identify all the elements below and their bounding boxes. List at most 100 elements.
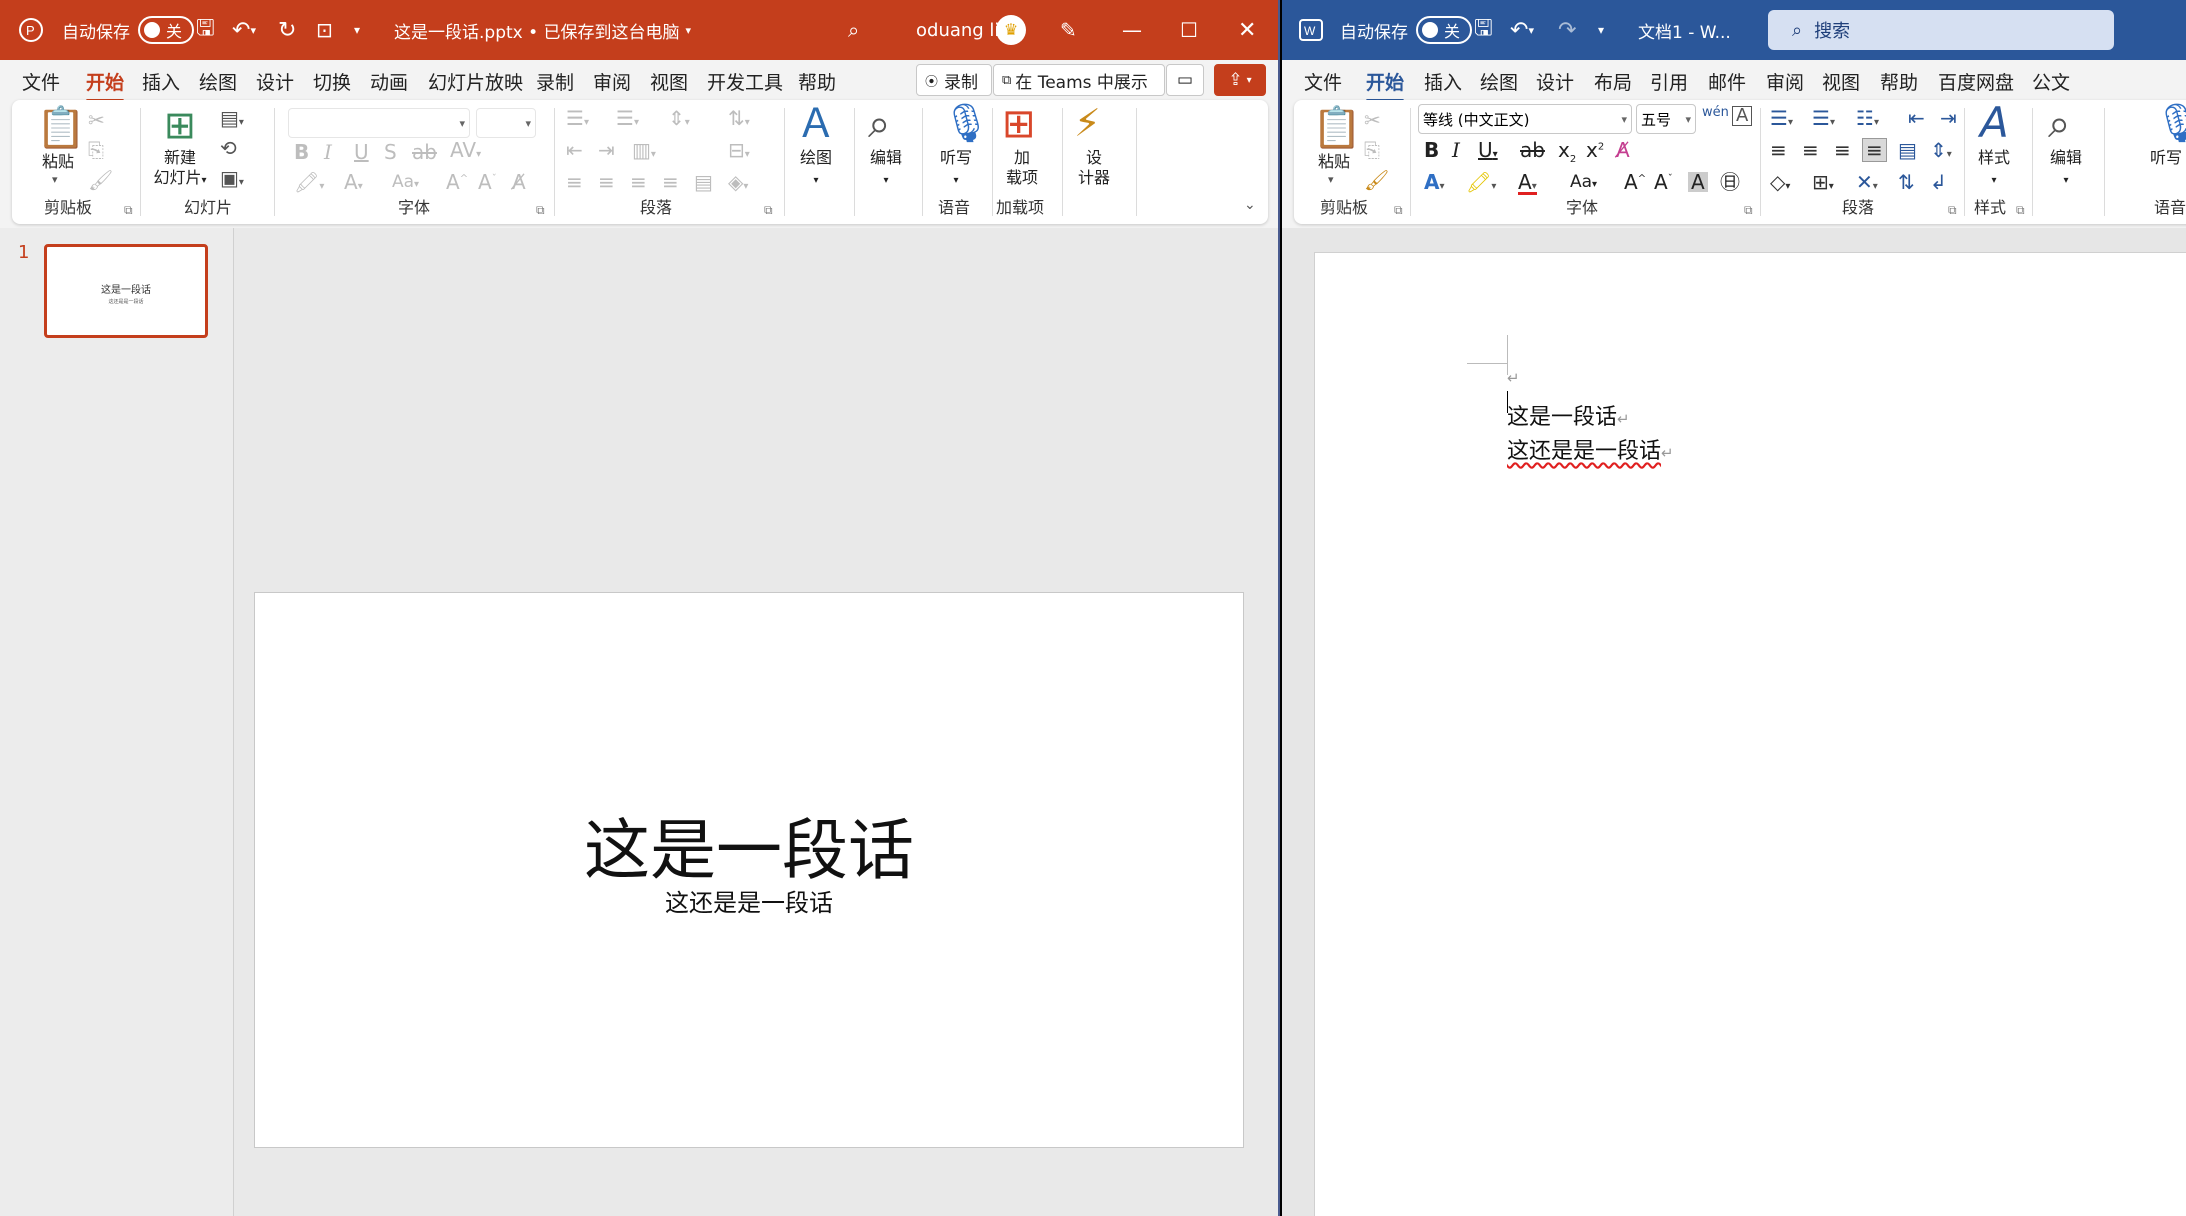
comments-icon[interactable]: ▭ [1166, 64, 1204, 96]
subscript-icon[interactable]: x2 [1558, 140, 1576, 165]
layout-icon[interactable]: ▤▾ [220, 108, 244, 128]
word-microphone-icon[interactable]: 🎙 [2154, 104, 2186, 142]
italic-icon[interactable]: I [324, 142, 332, 162]
word-decrease-indent-icon[interactable]: ⇤ [1908, 108, 1925, 128]
word-tab-view[interactable]: 视图 [1822, 68, 1860, 95]
word-dictate-button[interactable]: 听写 [2150, 148, 2186, 168]
customize-qat-icon[interactable]: ▾ [354, 0, 360, 60]
align-center-icon[interactable]: ≡ [598, 172, 615, 192]
word-tab-references[interactable]: 引用 [1650, 68, 1688, 95]
align-text-icon[interactable]: ⊟▾ [728, 140, 750, 160]
reset-icon[interactable]: ⟲ [220, 138, 237, 158]
word-tab-help[interactable]: 帮助 [1880, 68, 1918, 95]
word-clear-format-icon[interactable]: A̸ [1616, 140, 1630, 160]
tab-slideshow[interactable]: 幻灯片放映 [428, 68, 523, 95]
styles-button[interactable]: 样式 ▾ [1972, 148, 2016, 191]
word-bold-icon[interactable]: B [1424, 140, 1439, 160]
slide-title[interactable]: 这是一段话 [255, 797, 1243, 893]
addins-icon[interactable]: ⊞ [1002, 104, 1036, 144]
user-name[interactable]: oduang li [916, 0, 999, 60]
word-format-painter-icon[interactable]: 🖌 [1364, 170, 1389, 190]
word-tab-draw[interactable]: 绘图 [1480, 68, 1518, 95]
maximize-icon[interactable]: ☐ [1180, 0, 1198, 60]
word-paste-button[interactable]: 粘贴 [1312, 152, 1356, 172]
smartart-icon[interactable]: ◈▾ [728, 172, 748, 192]
tab-record[interactable]: 录制 [536, 68, 574, 95]
text-direction-icon[interactable]: ⇅▾ [728, 108, 750, 128]
minimize-icon[interactable]: — [1122, 0, 1142, 60]
grow-font-icon[interactable]: A^ [446, 172, 468, 192]
word-search-box[interactable]: ⌕ 搜索 [1768, 10, 2114, 50]
teams-present-button[interactable]: ⧉ 在 Teams 中展示 [993, 64, 1165, 96]
word-numbering-icon[interactable]: ☰▾ [1812, 108, 1835, 128]
draw-shapes-icon[interactable]: Ａ [796, 104, 836, 144]
decrease-indent-icon[interactable]: ⇤ [566, 140, 583, 160]
columns-icon[interactable]: ▥▾ [632, 140, 656, 160]
word-save-icon[interactable]: 🖫 [1474, 0, 1493, 60]
word-tab-mailings[interactable]: 邮件 [1708, 68, 1746, 95]
word-tab-home[interactable]: 开始 [1366, 68, 1405, 102]
undo-icon[interactable]: ↶ ▾ [232, 0, 256, 60]
word-shading-icon[interactable]: ◇▾ [1770, 172, 1790, 192]
word-align-right-icon[interactable]: ≡ [1834, 140, 1851, 160]
doc-line-2[interactable]: 这还是是一段话↵ [1507, 433, 1674, 465]
justify-icon[interactable]: ≡ [662, 172, 679, 192]
tab-file[interactable]: 文件 [22, 68, 60, 95]
show-marks-icon[interactable]: ↲ [1930, 172, 1947, 192]
tab-insert[interactable]: 插入 [142, 68, 180, 95]
search-icon[interactable]: ⌕ [848, 0, 859, 60]
word-shrink-font-icon[interactable]: Aˇ [1654, 172, 1673, 192]
shrink-font-icon[interactable]: Aˇ [478, 172, 497, 192]
word-font-name-select[interactable]: 等线 (中文正文) ▾ [1418, 104, 1632, 134]
addins-button[interactable]: 加载项 [1000, 148, 1044, 188]
sort-icon[interactable]: ⇅ [1898, 172, 1915, 192]
tab-review[interactable]: 审阅 [593, 68, 631, 95]
word-autosave-toggle[interactable]: 关 [1416, 16, 1472, 44]
new-slide-icon[interactable]: ⊞ [164, 106, 196, 144]
word-align-left-icon[interactable]: ≡ [1770, 140, 1787, 160]
tab-draw[interactable]: 绘图 [199, 68, 237, 95]
word-justify-icon[interactable]: ≡ [1862, 138, 1887, 162]
share-icon[interactable]: ⇪ ▾ [1214, 64, 1266, 96]
distributed-icon[interactable]: ▤ [694, 172, 713, 192]
styles-icon[interactable]: A [1980, 102, 2009, 144]
paste-button[interactable]: 粘贴 [36, 152, 80, 172]
section-icon[interactable]: ▣▾ [220, 168, 244, 188]
word-grow-font-icon[interactable]: A^ [1624, 172, 1646, 192]
doc-line-1[interactable]: 这是一段话↵ [1507, 399, 1630, 431]
save-icon[interactable]: 🖫 [196, 0, 215, 60]
word-clipboard-launcher-icon[interactable]: ⧉ [1394, 203, 1403, 218]
text-effects-icon[interactable]: A▾ [1424, 172, 1445, 192]
pen-icon[interactable]: ✎ [1060, 0, 1077, 60]
word-tab-insert[interactable]: 插入 [1424, 68, 1462, 95]
word-redo-icon[interactable]: ↷ [1558, 0, 1576, 60]
word-font-size-select[interactable]: 五号 ▾ [1636, 104, 1696, 134]
word-font-launcher-icon[interactable]: ⧉ [1744, 203, 1753, 218]
char-spacing-icon[interactable]: AV▾ [450, 140, 481, 160]
paragraph-launcher-icon[interactable]: ⧉ [764, 203, 773, 218]
paste-icon[interactable]: 📋 [36, 108, 86, 148]
tab-developer[interactable]: 开发工具 [707, 68, 783, 95]
word-tab-baidu[interactable]: 百度网盘 [1938, 68, 2014, 95]
slide-thumbnail[interactable]: 这是一段话 这还是是一段话 [44, 244, 208, 338]
align-left-icon[interactable]: ≡ [566, 172, 583, 192]
autosave-toggle[interactable]: 关 [138, 16, 194, 44]
strikethrough-icon[interactable]: ab [412, 142, 437, 162]
superscript-icon[interactable]: x2 [1586, 140, 1604, 160]
bullets-icon[interactable]: ☰▾ [566, 108, 589, 128]
shadow-icon[interactable]: S [384, 142, 397, 162]
word-tab-design[interactable]: 设计 [1536, 68, 1574, 95]
word-paragraph-launcher-icon[interactable]: ⧉ [1948, 203, 1957, 218]
redo-icon[interactable]: ↻ [278, 0, 296, 60]
word-cut-icon[interactable]: ✂ [1364, 110, 1381, 130]
edit-search-icon[interactable]: ⌕ [868, 104, 890, 144]
word-underline-icon[interactable]: U▾ [1478, 140, 1498, 160]
word-paste-icon[interactable]: 📋 [1312, 108, 1362, 148]
bold-icon[interactable]: B [294, 142, 309, 162]
avatar[interactable]: ♛ [996, 0, 1026, 60]
cut-icon[interactable]: ✂ [88, 110, 105, 130]
font-size-select[interactable]: ▾ [476, 108, 536, 138]
clear-format-icon[interactable]: A̸ [512, 172, 526, 192]
document-title[interactable]: 这是一段话.pptx • 已保存到这台电脑 ▾ [394, 0, 691, 60]
word-distributed-icon[interactable]: ▤ [1898, 140, 1917, 160]
